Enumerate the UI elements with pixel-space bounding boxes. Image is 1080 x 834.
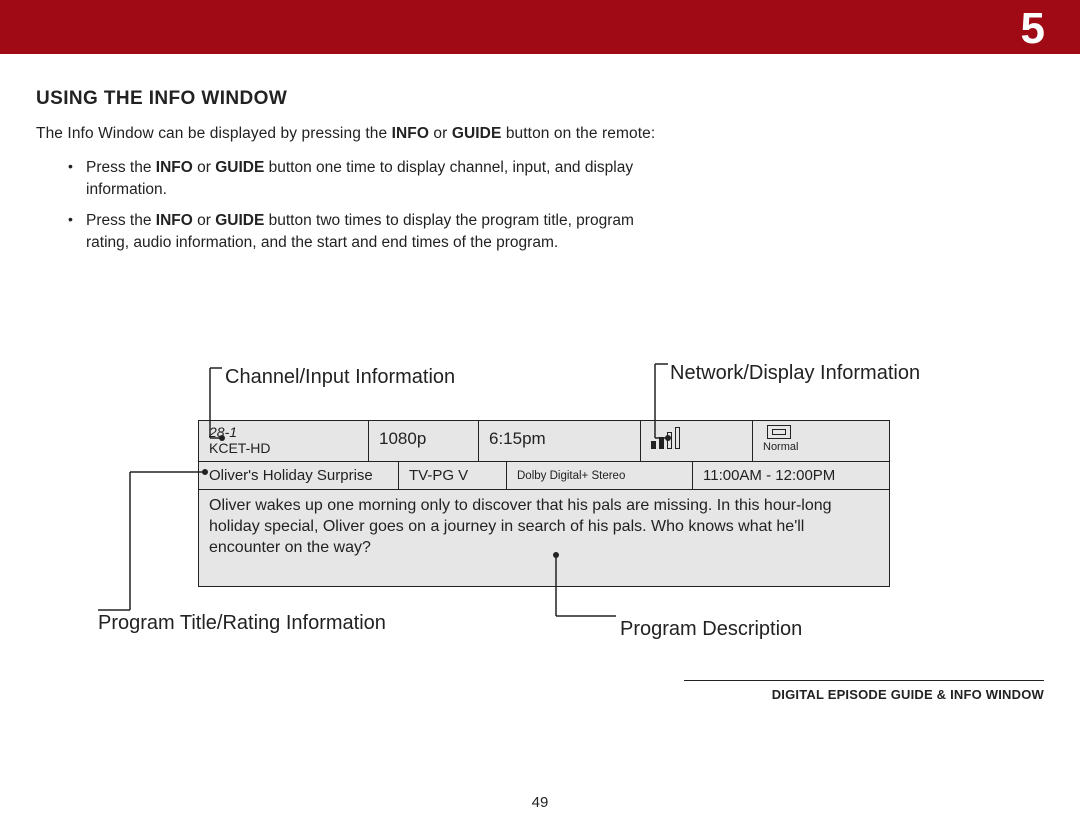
intro-guide-bold: GUIDE bbox=[452, 125, 502, 142]
channel-number: 28-1 bbox=[209, 424, 358, 440]
signal-bars-icon bbox=[651, 427, 691, 449]
cell-description: Oliver wakes up one morning only to disc… bbox=[199, 490, 889, 586]
b1-guide: GUIDE bbox=[215, 159, 264, 176]
label-network-display: Network/Display Information bbox=[670, 362, 920, 385]
cell-program-title: Oliver's Holiday Surprise bbox=[199, 462, 399, 489]
cell-audio: Dolby Digital+ Stereo bbox=[507, 462, 693, 489]
info-window-mockup: 28-1 KCET-HD 1080p 6:15pm Normal Oliver'… bbox=[198, 420, 890, 587]
intro-info-bold: INFO bbox=[392, 125, 429, 142]
intro-paragraph: The Info Window can be displayed by pres… bbox=[36, 124, 656, 145]
cell-channel: 28-1 KCET-HD bbox=[199, 421, 369, 461]
label-program-description: Program Description bbox=[620, 618, 802, 641]
footer-section-label: DIGITAL EPISODE GUIDE & INFO WINDOW bbox=[684, 680, 1044, 702]
display-mode-text: Normal bbox=[763, 441, 798, 453]
b1-t1: Press the bbox=[86, 159, 156, 176]
channel-name: KCET-HD bbox=[209, 440, 358, 456]
intro-text-2: or bbox=[429, 125, 452, 142]
chapter-number: 5 bbox=[1021, 4, 1044, 54]
cell-rating: TV-PG V bbox=[399, 462, 507, 489]
b1-info: INFO bbox=[156, 159, 193, 176]
cell-time-range: 11:00AM - 12:00PM bbox=[693, 462, 889, 489]
intro-text-1: The Info Window can be displayed by pres… bbox=[36, 125, 392, 142]
bullet-list: Press the INFO or GUIDE button one time … bbox=[36, 157, 656, 254]
cell-clock: 6:15pm bbox=[479, 421, 641, 461]
cell-display-mode: Normal bbox=[753, 421, 889, 461]
b2-t2: or bbox=[193, 212, 215, 229]
b2-guide: GUIDE bbox=[215, 212, 264, 229]
label-channel-input: Channel/Input Information bbox=[225, 366, 455, 389]
label-program-title: Program Title/Rating Information bbox=[98, 612, 386, 635]
b2-t1: Press the bbox=[86, 212, 156, 229]
cell-resolution: 1080p bbox=[369, 421, 479, 461]
info-row-2: Oliver's Holiday Surprise TV-PG V Dolby … bbox=[199, 462, 889, 490]
info-row-1: 28-1 KCET-HD 1080p 6:15pm Normal bbox=[199, 421, 889, 462]
cell-signal bbox=[641, 421, 753, 461]
info-window-diagram: Channel/Input Information Network/Displa… bbox=[0, 360, 1080, 660]
aspect-mode-icon bbox=[767, 425, 791, 439]
b2-info: INFO bbox=[156, 212, 193, 229]
content-area: USING THE INFO WINDOW The Info Window ca… bbox=[0, 54, 1080, 254]
section-title: USING THE INFO WINDOW bbox=[36, 88, 1044, 110]
b1-t2: or bbox=[193, 159, 215, 176]
intro-text-3: button on the remote: bbox=[501, 125, 655, 142]
chapter-banner: 5 bbox=[0, 0, 1080, 54]
bullet-item-1: Press the INFO or GUIDE button one time … bbox=[68, 157, 656, 200]
bullet-item-2: Press the INFO or GUIDE button two times… bbox=[68, 210, 656, 253]
page-number: 49 bbox=[0, 794, 1080, 811]
